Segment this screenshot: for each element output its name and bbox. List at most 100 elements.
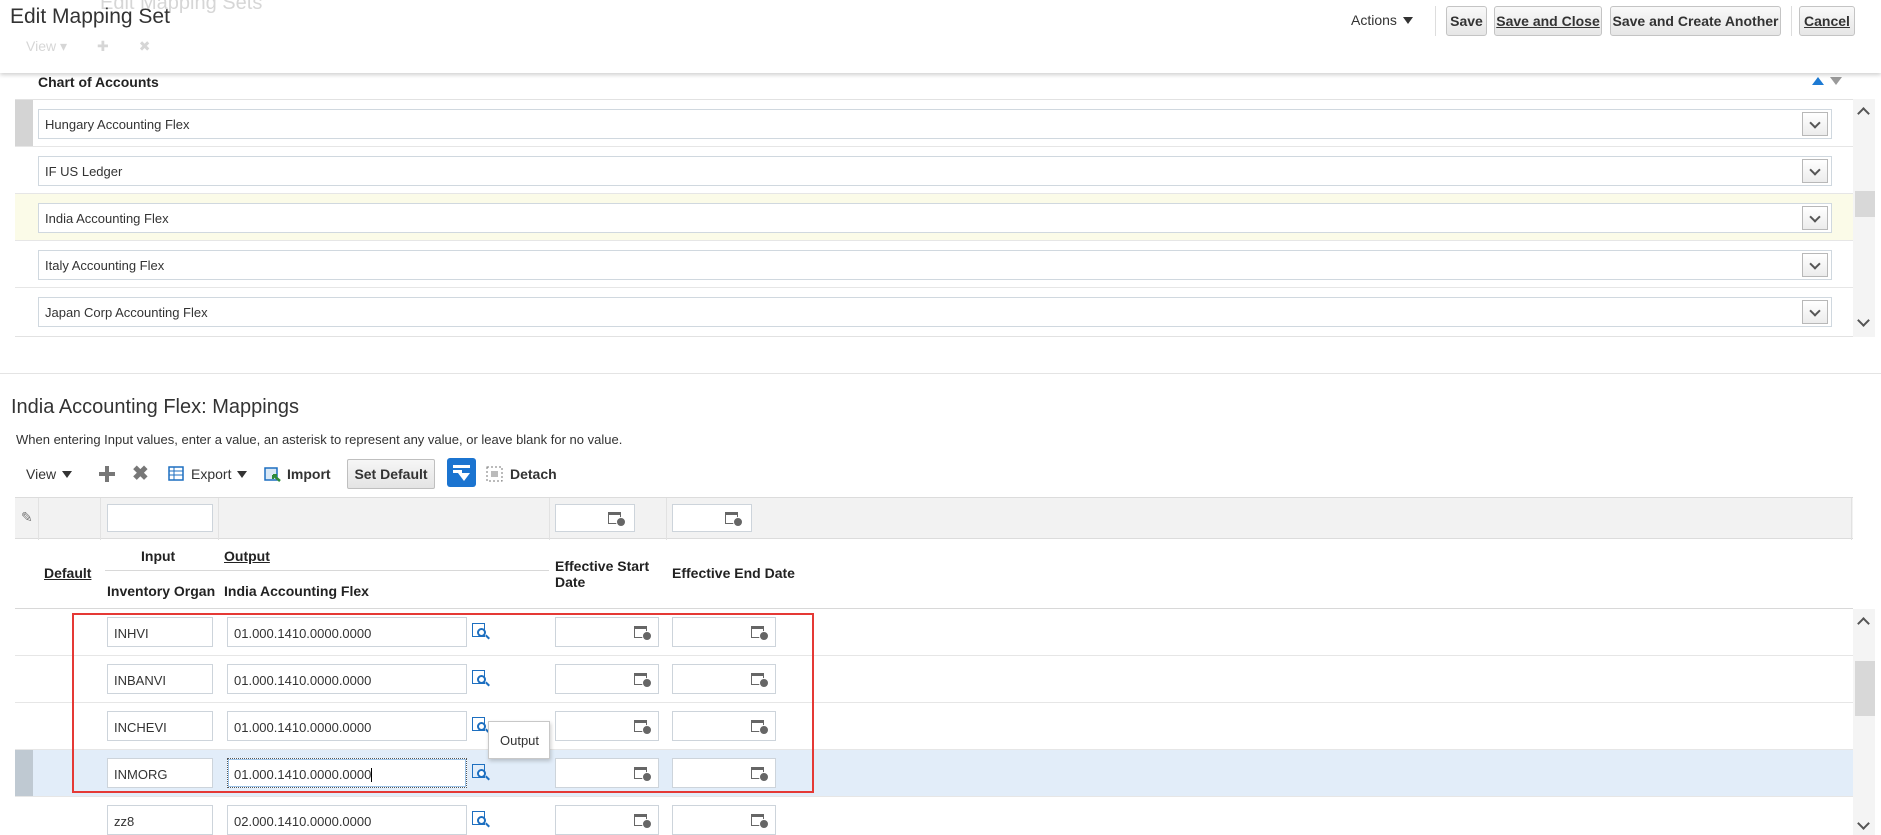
effective-end-date-column-header[interactable]: Effective End Date — [672, 565, 795, 581]
save-and-close-button[interactable]: Save and Close — [1494, 6, 1602, 36]
calendar-icon[interactable] — [751, 717, 769, 735]
input-value-field[interactable]: INMORG — [107, 758, 213, 788]
sort-ascending-icon[interactable] — [1812, 77, 1824, 85]
chevron-down-icon — [1809, 164, 1821, 176]
set-default-button[interactable]: Set Default — [347, 459, 435, 489]
calendar-icon[interactable] — [725, 509, 743, 527]
output-value-field[interactable]: 01.000.1410.0000.0000 — [227, 664, 467, 694]
view-label: View — [26, 466, 57, 482]
scroll-down-icon[interactable] — [1857, 314, 1870, 327]
header-group-divider — [105, 570, 549, 571]
table-row[interactable]: IF US Ledger — [15, 147, 1853, 194]
table-row[interactable]: INHVI 01.000.1410.0000.0000 — [15, 609, 1853, 656]
scroll-down-icon[interactable] — [1857, 817, 1870, 830]
output-value-field[interactable]: 01.000.1410.0000.0000 — [227, 758, 467, 788]
select-value: India Accounting Flex — [45, 211, 169, 226]
input-value-field[interactable]: INCHEVI — [107, 711, 213, 741]
calendar-icon[interactable] — [751, 623, 769, 641]
search-lov-icon[interactable] — [472, 623, 490, 641]
output-value-field[interactable]: 01.000.1410.0000.0000 — [227, 617, 467, 647]
chart-of-accounts-select[interactable]: India Accounting Flex — [38, 203, 1832, 233]
calendar-icon[interactable] — [634, 670, 652, 688]
query-by-example-button[interactable] — [447, 458, 476, 487]
output-value-field[interactable]: 02.000.1410.0000.0000 — [227, 805, 467, 835]
table-row-selected[interactable]: INMORG 01.000.1410.0000.0000 — [15, 750, 1853, 797]
chart-of-accounts-select[interactable]: IF US Ledger — [38, 156, 1832, 186]
inventory-organization-column-header[interactable]: Inventory Organ — [107, 583, 219, 599]
chart-of-accounts-select[interactable]: Hungary Accounting Flex — [38, 109, 1832, 139]
scroll-thumb[interactable] — [1855, 191, 1875, 217]
start-date-field[interactable] — [555, 617, 659, 647]
input-value-field[interactable]: INBANVI — [107, 664, 213, 694]
search-lov-icon[interactable] — [472, 670, 490, 688]
sort-descending-icon[interactable] — [1830, 77, 1842, 85]
output-value-field[interactable]: 01.000.1410.0000.0000 — [227, 711, 467, 741]
calendar-icon[interactable] — [751, 764, 769, 782]
start-date-field[interactable] — [555, 758, 659, 788]
end-date-field[interactable] — [672, 664, 776, 694]
dropdown-button[interactable] — [1802, 253, 1828, 277]
table-row[interactable]: Hungary Accounting Flex — [15, 100, 1853, 147]
start-date-field[interactable] — [555, 664, 659, 694]
dropdown-button[interactable] — [1802, 112, 1828, 136]
scroll-up-icon[interactable] — [1857, 617, 1870, 630]
chart-of-accounts-scrollbar[interactable] — [1853, 99, 1875, 337]
chart-of-accounts-select[interactable]: Italy Accounting Flex — [38, 250, 1832, 280]
input-value-field[interactable]: zz8 — [107, 805, 213, 835]
calendar-icon[interactable] — [634, 717, 652, 735]
end-date-field[interactable] — [672, 805, 776, 835]
start-date-field[interactable] — [555, 805, 659, 835]
search-lov-icon[interactable] — [472, 764, 490, 782]
actions-menu[interactable]: Actions — [1351, 12, 1413, 28]
table-row[interactable]: Japan Corp Accounting Flex — [15, 288, 1853, 335]
save-and-create-another-button[interactable]: Save and Create Another — [1610, 6, 1781, 36]
calendar-icon[interactable] — [608, 509, 626, 527]
table-row[interactable]: INCHEVI 01.000.1410.0000.0000 — [15, 703, 1853, 750]
column-divider — [100, 498, 101, 540]
scroll-thumb[interactable] — [1855, 661, 1875, 716]
default-column-header[interactable]: Default — [44, 565, 91, 581]
calendar-icon[interactable] — [634, 811, 652, 829]
start-date-filter-field[interactable] — [555, 504, 635, 532]
input-filter-field[interactable] — [107, 504, 213, 532]
import-button[interactable]: Import — [264, 459, 331, 489]
caret-down-icon — [62, 470, 73, 478]
table-row[interactable]: INBANVI 01.000.1410.0000.0000 — [15, 656, 1853, 703]
output-tooltip: Output — [488, 721, 550, 759]
export-menu[interactable]: Export — [168, 459, 248, 489]
cancel-button[interactable]: Cancel — [1799, 6, 1855, 36]
dropdown-button[interactable] — [1802, 300, 1828, 324]
search-lov-icon[interactable] — [472, 811, 490, 829]
detach-button[interactable]: Detach — [486, 459, 557, 489]
dropdown-button[interactable] — [1802, 206, 1828, 230]
column-divider — [1851, 498, 1852, 540]
delete-row-button[interactable]: ✖ — [132, 459, 149, 489]
actions-label: Actions — [1351, 12, 1397, 28]
calendar-icon[interactable] — [751, 811, 769, 829]
india-accounting-flex-column-header[interactable]: India Accounting Flex — [224, 583, 369, 599]
end-date-field[interactable] — [672, 758, 776, 788]
dropdown-button[interactable] — [1802, 159, 1828, 183]
table-row[interactable]: Italy Accounting Flex — [15, 241, 1853, 288]
scroll-up-icon[interactable] — [1857, 107, 1870, 120]
save-button[interactable]: Save — [1446, 6, 1487, 36]
table-row[interactable]: zz8 02.000.1410.0000.0000 — [15, 797, 1853, 835]
mappings-scrollbar[interactable] — [1853, 609, 1875, 835]
table-row[interactable]: India Accounting Flex — [15, 194, 1853, 241]
end-date-filter-field[interactable] — [672, 504, 752, 532]
input-value-field[interactable]: INHVI — [107, 617, 213, 647]
calendar-icon[interactable] — [751, 670, 769, 688]
chevron-down-icon — [1809, 305, 1821, 317]
page-header: Edit Mapping Sets View ▾ ✚ ✖ Edit Mappin… — [0, 0, 1881, 73]
background-plus-icon: ✚ — [97, 38, 109, 54]
add-row-button[interactable] — [99, 459, 115, 489]
view-menu[interactable]: View — [26, 459, 73, 489]
background-close-icon: ✖ — [138, 38, 151, 54]
calendar-icon[interactable] — [634, 623, 652, 641]
start-date-field[interactable] — [555, 711, 659, 741]
end-date-field[interactable] — [672, 711, 776, 741]
effective-start-date-column-header[interactable]: Effective Start Date — [555, 558, 649, 590]
calendar-icon[interactable] — [634, 764, 652, 782]
end-date-field[interactable] — [672, 617, 776, 647]
chart-of-accounts-select[interactable]: Japan Corp Accounting Flex — [38, 297, 1832, 327]
